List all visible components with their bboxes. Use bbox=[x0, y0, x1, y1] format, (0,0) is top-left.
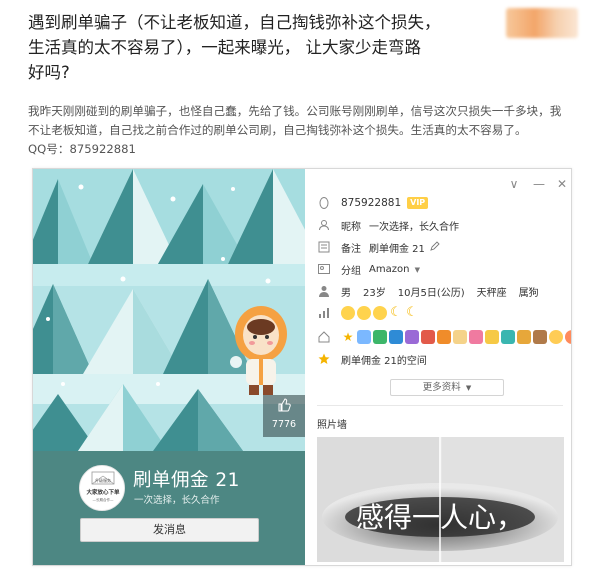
qq-number: 875922881 bbox=[341, 197, 402, 209]
qq-number-row: 875922881 VIP bbox=[317, 195, 429, 211]
qq-profile-card: 7776 升级服务 大家放心下单 —长期合作— 刷单佣金 21 一次选择，长久合… bbox=[32, 168, 572, 566]
yellow-badge-icon[interactable] bbox=[485, 330, 499, 344]
nickname-value: 一次选择，长久合作 bbox=[369, 221, 459, 233]
smile-badge-icon[interactable] bbox=[565, 330, 571, 344]
like-counter[interactable]: 7776 bbox=[263, 395, 305, 437]
profile-signature: 一次选择，长久合作 bbox=[134, 495, 220, 506]
more-info-button[interactable]: 更多资料 ▼ bbox=[390, 379, 504, 396]
brown-badge-icon[interactable] bbox=[533, 330, 547, 344]
level-row: ☾ ☾ bbox=[317, 305, 421, 321]
profile-nickname: 刷单佣金 21 bbox=[133, 470, 240, 491]
signal-bars-icon bbox=[317, 306, 331, 320]
profile-details: ∨ — ✕ 875922881 VIP 昵称 一次选择，长久合作 备注 刷单佣金… bbox=[305, 169, 571, 565]
more-info-label: 更多资料 bbox=[422, 382, 461, 393]
group-value: Amazon bbox=[369, 263, 410, 275]
caret-down-icon: ▼ bbox=[465, 384, 472, 392]
divider bbox=[317, 405, 563, 406]
house-star-icon bbox=[317, 330, 331, 344]
window-controls: ∨ — ✕ bbox=[509, 177, 567, 191]
profile-summary: 升级服务 大家放心下单 —长期合作— 刷单佣金 21 一次选择，长久合作 发消息 bbox=[33, 451, 305, 565]
gold-badge-icon[interactable] bbox=[517, 330, 531, 344]
svg-text:升级服务: 升级服务 bbox=[95, 477, 111, 483]
moon-level-icon[interactable]: ☾ bbox=[405, 306, 419, 320]
gender: 男 bbox=[341, 287, 351, 299]
caret-down-icon: ▼ bbox=[414, 265, 420, 274]
vip-badge[interactable]: VIP bbox=[407, 197, 429, 209]
colorful-badge-icon[interactable] bbox=[357, 330, 371, 344]
close-icon[interactable]: ✕ bbox=[557, 177, 567, 191]
person-card-icon bbox=[317, 218, 331, 232]
group-card-icon bbox=[317, 262, 331, 276]
group-row: 分组 Amazon ▼ bbox=[317, 261, 420, 277]
thumbs-up-icon bbox=[263, 395, 305, 418]
list-icon bbox=[317, 240, 331, 254]
post-body-line: 我昨天刚刚碰到的刷单骗子，也怪自己蠢，先给了钱。公司账号刚刚刷单，信号这次只损失… bbox=[28, 104, 562, 118]
post-title-line: 遇到刷单骗子（不让老板知道，自己掏钱弥补这个损失， bbox=[28, 13, 441, 32]
svg-text:大家放心下单: 大家放心下单 bbox=[86, 488, 120, 496]
star-space-icon bbox=[317, 352, 331, 366]
photo-wall[interactable]: 感得一人心， bbox=[317, 437, 564, 562]
blue-badge-icon[interactable] bbox=[389, 330, 403, 344]
moon-level-icon[interactable]: ☾ bbox=[389, 306, 403, 320]
chinese-zodiac: 属狗 bbox=[518, 287, 539, 299]
nickname-label: 昵称 bbox=[341, 221, 361, 233]
emoji-badge-icon[interactable] bbox=[549, 330, 563, 344]
personal-info-row: 男 23岁 10月5日(公历) 天秤座 属狗 bbox=[317, 283, 539, 299]
send-message-button[interactable]: 发消息 bbox=[80, 518, 259, 542]
star-badge-icon[interactable]: ★ bbox=[341, 330, 355, 344]
post-body: 我昨天刚刚碰到的刷单骗子，也怪自己蠢，先给了钱。公司账号刚刚刷单，信号这次只损失… bbox=[28, 102, 591, 159]
nickname-row: 昵称 一次选择，长久合作 bbox=[317, 217, 459, 233]
age: 23岁 bbox=[363, 287, 386, 299]
remark-row: 备注 刷单佣金 21 bbox=[317, 239, 440, 255]
post-title: 遇到刷单骗子（不让老板知道，自己掏钱弥补这个损失， 生活真的太不容易了），一起来… bbox=[28, 10, 498, 85]
purple-badge-icon[interactable] bbox=[405, 330, 419, 344]
person-icon bbox=[317, 284, 331, 298]
space-row: 刷单佣金 21的空间 bbox=[317, 351, 427, 367]
teal-badge-icon[interactable] bbox=[501, 330, 515, 344]
penguin-icon bbox=[317, 196, 331, 210]
post-title-line: 生活真的太不容易了），一起来曝光， 让大家少走弯路 bbox=[28, 38, 421, 57]
photo-wall-title: 照片墙 bbox=[317, 420, 347, 431]
post-body-line: QQ号：875922881 bbox=[28, 142, 136, 156]
calligraphy-photo: 感得一人心， bbox=[317, 437, 564, 562]
space-link[interactable]: 刷单佣金 21的空间 bbox=[341, 352, 427, 367]
chevron-down-icon[interactable]: ∨ bbox=[509, 177, 519, 191]
like-count: 7776 bbox=[271, 419, 297, 430]
sun-level-icon[interactable] bbox=[373, 306, 387, 320]
group-label: 分组 bbox=[341, 265, 361, 277]
sun-level-icon[interactable] bbox=[357, 306, 371, 320]
remark-label: 备注 bbox=[341, 243, 361, 255]
post-title-line: 好吗? bbox=[28, 63, 70, 82]
sun-level-icon[interactable] bbox=[341, 306, 355, 320]
birthday: 10月5日(公历) bbox=[397, 287, 465, 299]
pink-badge-icon[interactable] bbox=[469, 330, 483, 344]
avatar[interactable]: 升级服务 大家放心下单 —长期合作— bbox=[79, 465, 125, 511]
minimize-icon[interactable]: — bbox=[533, 177, 545, 191]
svg-text:—长期合作—: —长期合作— bbox=[93, 497, 114, 502]
pencil-icon[interactable] bbox=[430, 240, 440, 254]
profile-cover: 7776 升级服务 大家放心下单 —长期合作— 刷单佣金 21 一次选择，长久合… bbox=[33, 169, 305, 565]
zodiac: 天秤座 bbox=[476, 287, 507, 299]
group-select[interactable]: Amazon ▼ bbox=[369, 264, 420, 275]
red-badge-icon[interactable] bbox=[421, 330, 435, 344]
green-badge-icon[interactable] bbox=[373, 330, 387, 344]
post-body-line: 不让老板知道，自己找之前合作过的刷单公司刷，自己掏钱弥补这个损失。生活真的太不容… bbox=[28, 123, 527, 137]
service-badges-row: ★ bbox=[317, 329, 571, 345]
remark-value: 刷单佣金 21 bbox=[369, 243, 425, 255]
blurred-user-avatar[interactable] bbox=[506, 8, 578, 38]
orange-badge-icon[interactable] bbox=[437, 330, 451, 344]
face-badge-icon[interactable] bbox=[453, 330, 467, 344]
